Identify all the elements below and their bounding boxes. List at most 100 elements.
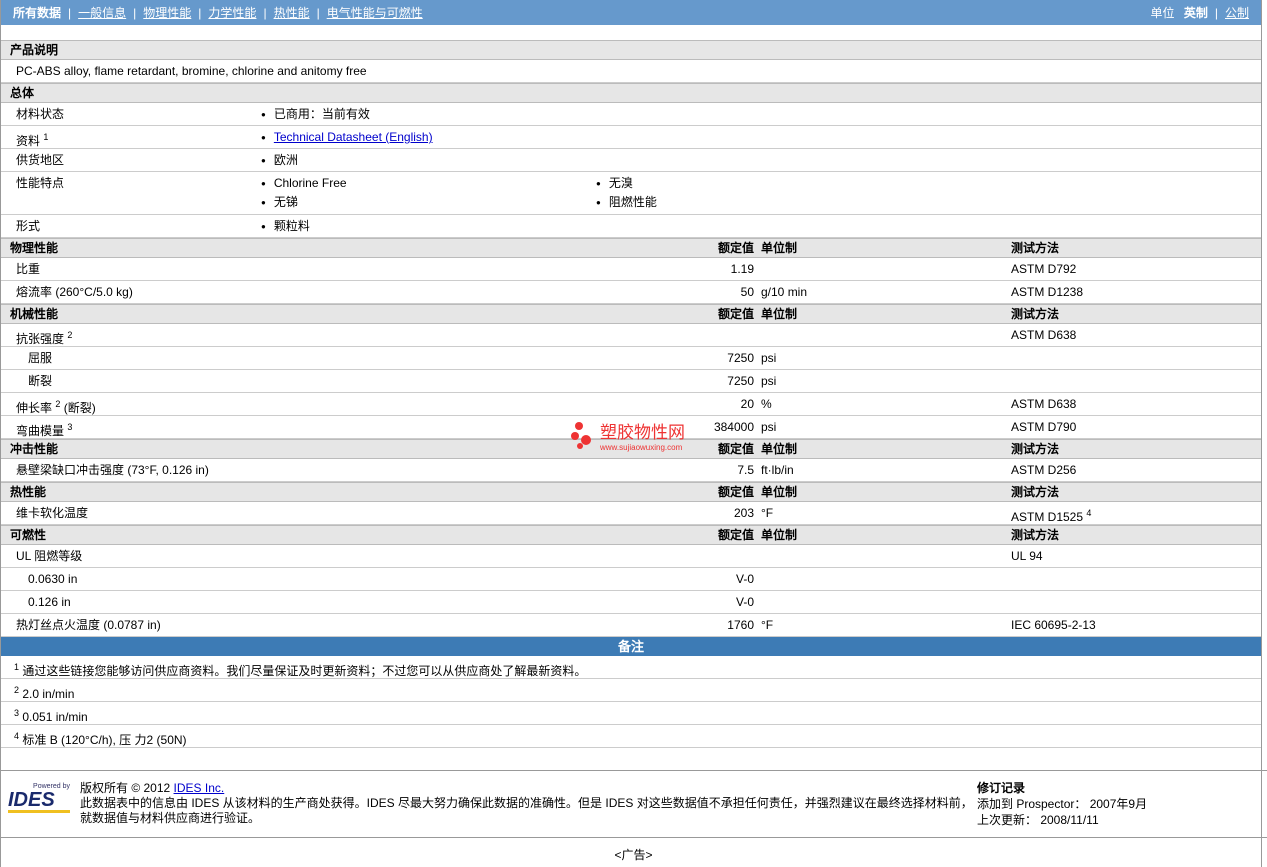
general-row: 形式 颗粒料 xyxy=(1,215,1261,238)
property-row: 维卡软化温度 203 °F ASTM D1525 4 xyxy=(1,502,1261,525)
test-text: ASTM D792 xyxy=(1011,262,1077,276)
bullet-link: Technical Datasheet (English) xyxy=(261,126,433,150)
bullet-value: 颗粒料 xyxy=(261,215,310,239)
unit-header: 单位制 xyxy=(761,485,798,499)
test-method: ASTM D1238 xyxy=(1011,281,1083,303)
value-header: 额定值 xyxy=(717,442,754,456)
section-title: 产品说明 xyxy=(10,43,59,57)
label-text: 维卡软化温度 xyxy=(16,506,89,520)
watermark-name: 塑胶物性网 xyxy=(600,423,685,442)
property-value: 1760 xyxy=(727,618,754,632)
section-header: 机械性能 额定值 单位制 测试方法 xyxy=(1,304,1261,324)
note-text: 通过这些链接您能够访问供应商资料。我们尽量保证及时更新资料；不过您可以从供应商处… xyxy=(22,664,587,678)
nav-tab-3[interactable]: 力学性能 xyxy=(208,4,256,21)
general-row: 性能特点Chlorine Free无锑无溴阻燃性能 xyxy=(1,172,1261,215)
nav-tab-4[interactable]: 热性能 xyxy=(274,4,310,21)
property-label: 断裂 xyxy=(28,370,52,392)
note-number: 3 xyxy=(14,708,20,718)
unit-switch: 单位 英制 | 公制 xyxy=(1150,4,1249,21)
section-title: 冲击性能 xyxy=(10,442,59,456)
nav-tab-2[interactable]: 物理性能 xyxy=(143,4,191,21)
property-value: V-0 xyxy=(735,595,754,609)
test-text: UL 94 xyxy=(1011,549,1043,563)
bullet-value: 已商用：当前有效 xyxy=(261,103,370,127)
label-text: 供货地区 xyxy=(16,153,65,167)
nav-separator: | xyxy=(68,5,72,20)
test-header: 测试方法 xyxy=(1011,528,1060,542)
ides-logo: Powered by IDES xyxy=(8,783,70,813)
property-value: 7250 xyxy=(727,374,754,388)
property-unit: °F xyxy=(761,506,774,520)
label-text: 弯曲模量 xyxy=(16,424,65,438)
general-row: 材料状态 已商用：当前有效 xyxy=(1,103,1261,126)
property-row: 熔流率 (260°C/5.0 kg) 50 g/10 min ASTM D1238 xyxy=(1,281,1261,304)
property-label: 熔流率 (260°C/5.0 kg) xyxy=(16,281,133,303)
test-text: IEC 60695-2-13 xyxy=(1011,618,1096,632)
unit-imperial[interactable]: 英制 xyxy=(1184,6,1208,20)
test-method: UL 94 xyxy=(1011,545,1043,567)
notes-header: 备注 xyxy=(1,637,1261,656)
label-text: UL 阻燃等级 xyxy=(16,549,83,563)
section-header: 总体 xyxy=(1,83,1261,103)
watermark-dots-icon xyxy=(571,422,591,449)
test-header: 测试方法 xyxy=(1011,485,1060,499)
nav-tab-1[interactable]: 一般信息 xyxy=(78,4,126,21)
test-method: IEC 60695-2-13 xyxy=(1011,614,1096,636)
property-row: 抗张强度 2 ASTM D638 xyxy=(1,324,1261,347)
property-row: 热灯丝点火温度 (0.0787 in) 1760 °F IEC 60695-2-13 xyxy=(1,614,1261,637)
label-text: 抗张强度 xyxy=(16,332,65,346)
property-label: 屈服 xyxy=(28,347,52,369)
property-value: 7.5 xyxy=(737,463,754,477)
property-label: 0.0630 in xyxy=(28,568,77,590)
test-text: ASTM D256 xyxy=(1011,463,1077,477)
label-text: 0.126 in xyxy=(28,595,71,609)
unit-header: 单位制 xyxy=(761,442,798,456)
datasheet-link[interactable]: Technical Datasheet (English) xyxy=(274,130,433,144)
property-label: 维卡软化温度 xyxy=(16,502,88,524)
label-text: 断裂 xyxy=(28,374,53,388)
row-label: 形式 xyxy=(16,215,40,237)
bullet-value: 阻燃性能 xyxy=(596,191,657,215)
nav-separator: | xyxy=(198,5,202,20)
property-value: 1.19 xyxy=(730,262,754,276)
property-row: 伸长率 2 (断裂) 20% ASTM D638 xyxy=(1,393,1261,416)
unit-metric[interactable]: 公制 xyxy=(1225,6,1249,20)
unit-header: 单位制 xyxy=(761,528,798,542)
property-unit: ft·lb/in xyxy=(761,463,794,477)
nav-tab-0[interactable]: 所有数据 xyxy=(13,4,61,21)
footnote-ref: 3 xyxy=(67,422,73,432)
watermark: 塑胶物性网 www.sujiaowuxing.com xyxy=(570,418,685,452)
note-text: 标准 B (120°C/h), 压 力2 (50N) xyxy=(22,733,187,747)
updated-date: 上次更新： 2008/11/11 xyxy=(977,813,1099,827)
property-unit: g/10 min xyxy=(761,285,808,299)
section-title: 可燃性 xyxy=(10,528,47,542)
nav-separator: | xyxy=(316,5,320,20)
label-suffix: (断裂) xyxy=(60,401,96,415)
property-label: UL 阻燃等级 xyxy=(16,545,82,567)
watermark-url: www.sujiaowuxing.com xyxy=(600,443,683,452)
ides-link[interactable]: IDES Inc. xyxy=(174,781,225,795)
property-unit: psi xyxy=(761,351,777,365)
label-text: 材料状态 xyxy=(16,107,65,121)
test-text: ASTM D790 xyxy=(1011,420,1077,434)
nav-tab-5[interactable]: 电气性能与可燃性 xyxy=(327,4,423,21)
test-method: ASTM D792 xyxy=(1011,258,1076,280)
note-row: 4 标准 B (120°C/h), 压 力2 (50N) xyxy=(1,725,1261,748)
property-label: 比重 xyxy=(16,258,40,280)
nav-bar: 所有数据 | 一般信息 | 物理性能 | 力学性能 | 热性能 | 电气性能与可燃性 单位 英制 | 公制 xyxy=(1,0,1261,25)
property-value: 7250 xyxy=(727,351,754,365)
property-unit: psi xyxy=(761,374,777,388)
product-text: PC-ABS alloy, flame retardant, bromine, … xyxy=(16,64,367,78)
unit-header: 单位制 xyxy=(761,241,798,255)
unit-header: 单位制 xyxy=(761,307,798,321)
section-title: 物理性能 xyxy=(10,241,59,255)
note-text: 0.051 in/min xyxy=(22,710,88,724)
bullet-value: 欧洲 xyxy=(261,149,298,173)
test-method: ASTM D256 xyxy=(1011,459,1076,481)
property-row: 断裂 7250 psi xyxy=(1,370,1261,393)
label-text: 悬壁梁缺口冲击强度 (73°F, 0.126 in) xyxy=(16,463,209,477)
property-value: 50 xyxy=(740,285,754,299)
nav-separator: | xyxy=(263,5,267,20)
footnote-ref: 1 xyxy=(43,132,49,142)
ad-placeholder: <广告> xyxy=(614,848,653,862)
